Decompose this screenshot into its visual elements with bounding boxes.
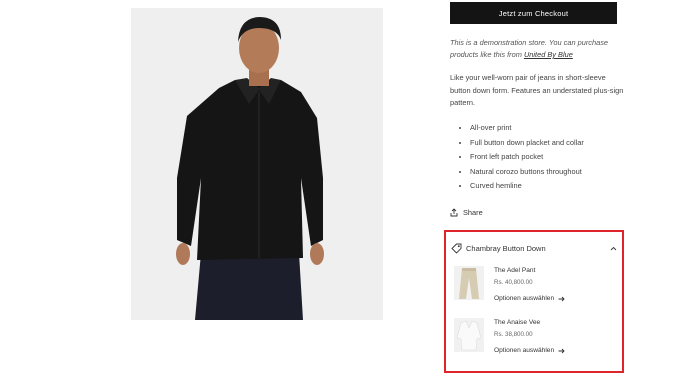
product-thumbnail-anaise-vee[interactable] — [454, 318, 484, 352]
feature-item: Natural corozo buttons throughout — [470, 165, 584, 180]
product-photo-man-in-black-shirt — [131, 8, 383, 320]
related-products-header[interactable]: Chambray Button Down — [451, 241, 617, 255]
related-products-panel: Chambray Button Down The Adel Pant Rs. 4… — [444, 230, 624, 373]
product-description: Like your well-worn pair of jeans in sho… — [450, 73, 624, 107]
product-price: Rs. 38,800.00 — [494, 331, 533, 338]
united-by-blue-link[interactable]: United By Blue — [524, 50, 573, 59]
share-label: Share — [463, 208, 483, 217]
share-button[interactable]: Share — [450, 208, 483, 217]
product-name[interactable]: The Anaise Vee — [494, 319, 540, 326]
feature-item: Front left patch pocket — [470, 150, 584, 165]
checkout-button[interactable]: Jetzt zum Checkout — [450, 2, 617, 24]
choose-options-button[interactable]: Optionen auswählen — [494, 295, 565, 302]
product-name[interactable]: The Adel Pant — [494, 267, 535, 274]
arrow-right-icon — [558, 348, 565, 353]
feature-item: All-over print — [470, 121, 584, 136]
feature-item: Curved hemline — [470, 179, 584, 194]
related-product-item: The Adel Pant Rs. 40,800.00 Optionen aus… — [454, 266, 619, 306]
related-product-item: The Anaise Vee Rs. 38,800.00 Optionen au… — [454, 318, 619, 358]
tag-icon — [451, 243, 462, 254]
product-thumbnail-adel-pant[interactable] — [454, 266, 484, 300]
related-products-title: Chambray Button Down — [466, 243, 546, 253]
chevron-up-icon[interactable] — [610, 246, 617, 251]
choose-options-label: Optionen auswählen — [494, 347, 555, 354]
feature-item: Full button down placket and collar — [470, 136, 584, 151]
product-image[interactable] — [131, 8, 383, 320]
share-icon — [450, 208, 458, 217]
arrow-right-icon — [558, 296, 565, 301]
product-price: Rs. 40,800.00 — [494, 279, 533, 286]
feature-list: All-over print Full button down placket … — [460, 121, 584, 194]
choose-options-button[interactable]: Optionen auswählen — [494, 347, 565, 354]
choose-options-label: Optionen auswählen — [494, 295, 555, 302]
demo-store-note: This is a demonstration store. You can p… — [450, 37, 630, 61]
